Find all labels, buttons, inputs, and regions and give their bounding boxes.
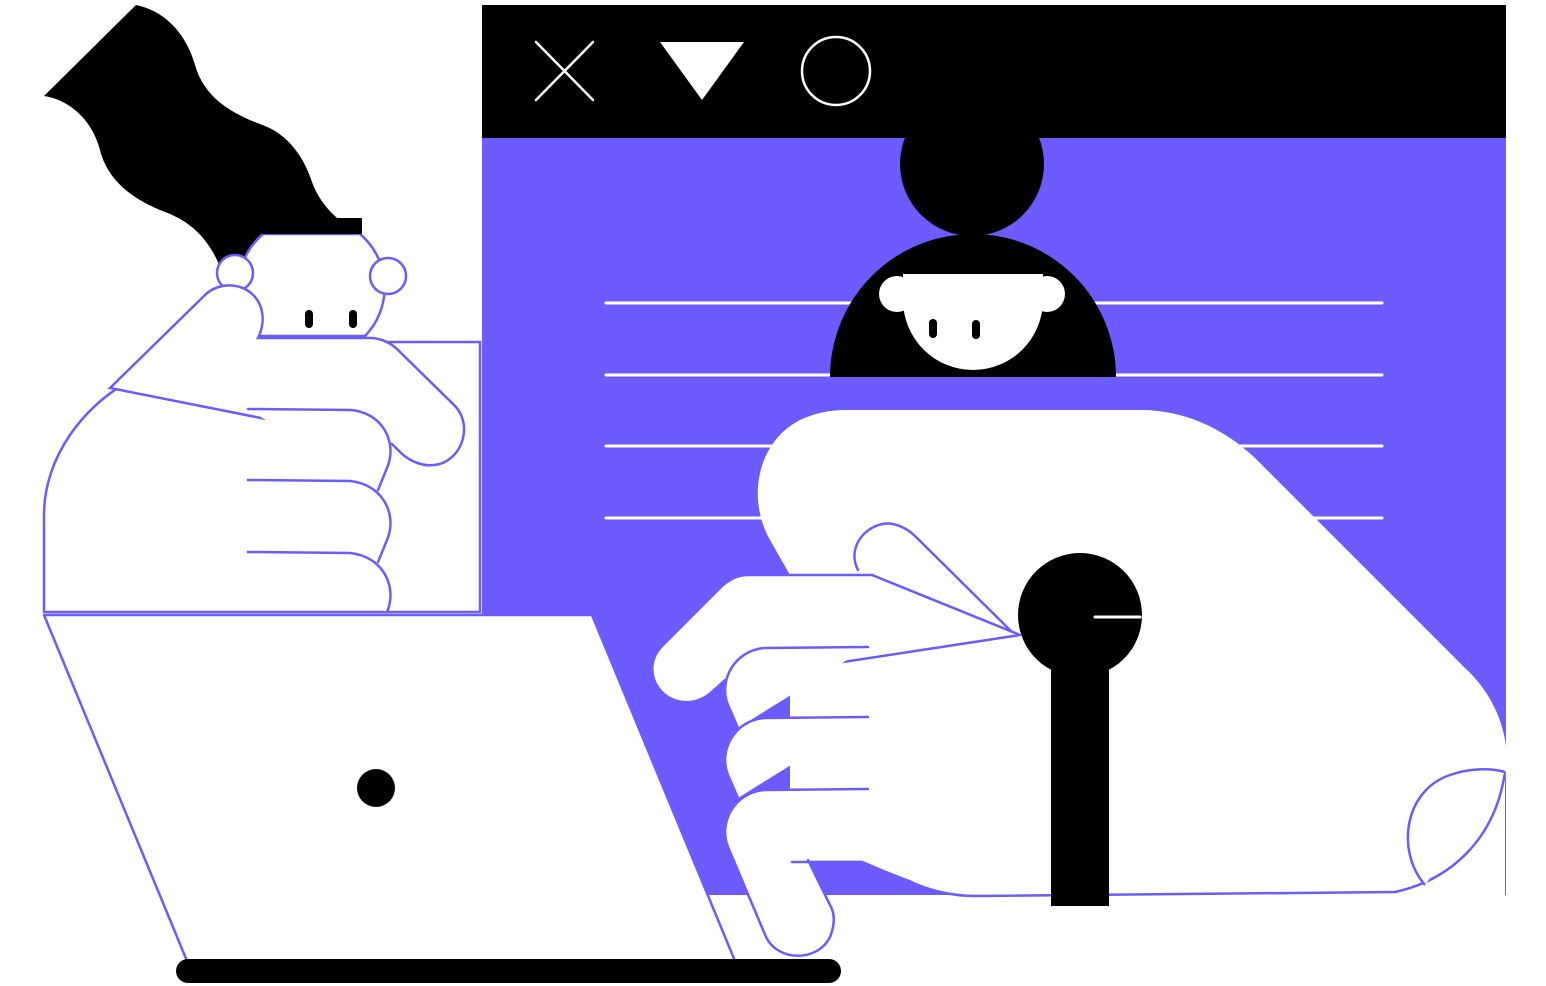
left-person-ear-right: [368, 256, 408, 296]
microphone-handle: [1051, 655, 1109, 906]
avatar-hair-bun: [900, 92, 1044, 236]
laptop-camera-dot: [357, 769, 395, 807]
illustration-scene: [42, 5, 1507, 983]
microphone-head: [1018, 553, 1142, 677]
left-person: [42, 5, 482, 614]
left-person-hair-fringe: [262, 218, 362, 234]
